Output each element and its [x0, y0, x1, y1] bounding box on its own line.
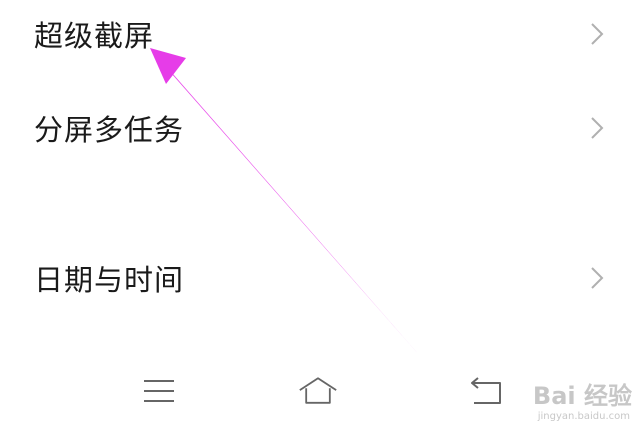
settings-item-label: 日期与时间 — [34, 263, 185, 297]
home-icon[interactable] — [298, 374, 338, 408]
settings-item-label: 分屏多任务 — [34, 113, 185, 147]
watermark-brand: Bai 经验 — [532, 382, 632, 410]
chevron-right-icon — [591, 23, 604, 45]
menu-icon[interactable] — [139, 374, 179, 408]
settings-item-date-time[interactable]: 日期与时间 — [0, 246, 640, 310]
chevron-right-icon — [591, 267, 604, 289]
settings-screen: 超级截屏 分屏多任务 日期与时间 Bai 经验 jingyan.baidu.co… — [0, 0, 640, 430]
settings-item-super-screenshot[interactable]: 超级截屏 — [0, 2, 640, 66]
watermark-url: jingyan.baidu.com — [537, 411, 630, 422]
settings-item-label: 超级截屏 — [34, 19, 155, 53]
baidu-watermark-logo: Bai 经验 jingyan.baidu.com — [480, 374, 632, 424]
chevron-right-icon — [591, 117, 604, 139]
settings-item-split-screen[interactable]: 分屏多任务 — [0, 96, 640, 160]
